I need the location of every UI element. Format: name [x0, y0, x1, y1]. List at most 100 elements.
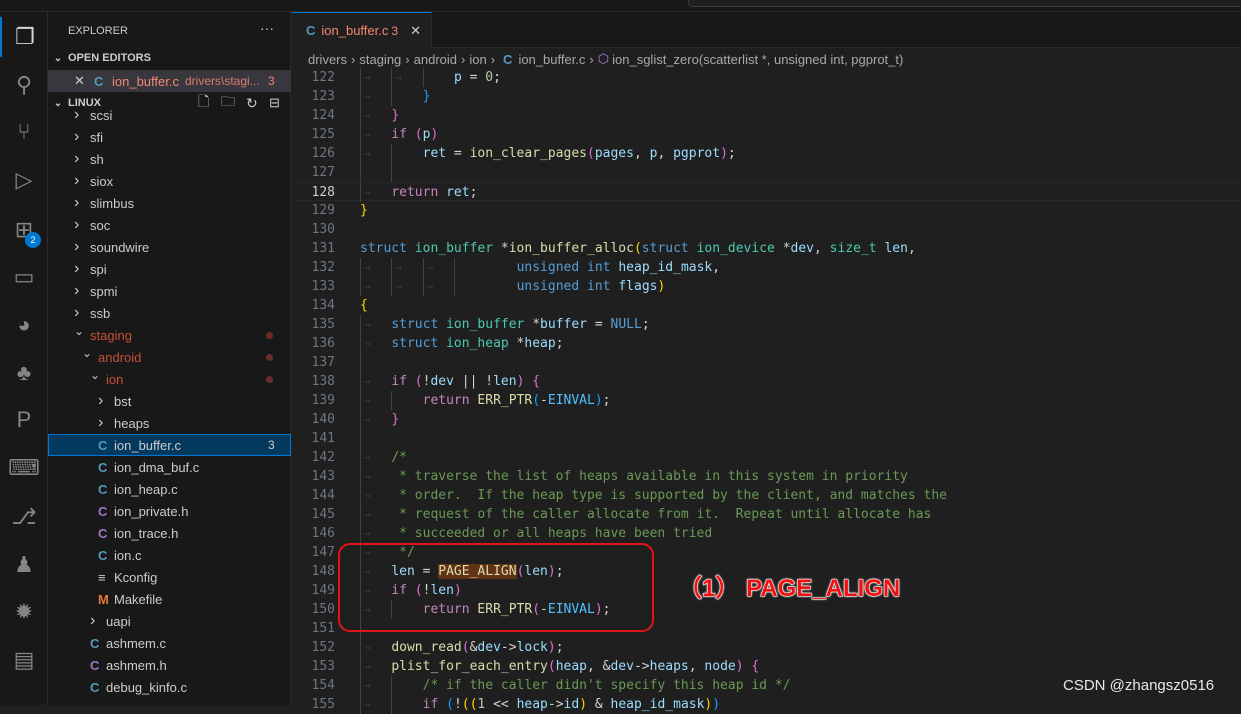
search-icon-glyph: ⚲: [15, 72, 33, 97]
line-number: 123: [311, 88, 335, 104]
tree-item-android[interactable]: ⌄ android: [48, 346, 291, 368]
tree-item-label: ssb: [90, 305, 111, 321]
tree-item-scsi[interactable]: › scsi: [48, 104, 291, 126]
tree-item-label: spmi: [90, 283, 118, 299]
indent-guide: [360, 447, 361, 467]
header-file-icon: C: [90, 657, 100, 673]
tree-item-ion[interactable]: ⌄ ion: [48, 368, 291, 390]
breadcrumb-staging[interactable]: staging: [359, 52, 401, 67]
code-token: }: [422, 88, 431, 104]
tree-item-ion-heap-c[interactable]: Cion_heap.c: [48, 478, 291, 500]
code-token: (: [633, 240, 642, 256]
indent-guide: [360, 314, 361, 334]
code-line: 137: [292, 352, 1241, 372]
command-center-search[interactable]: [688, 0, 1241, 7]
tree-item-soc[interactable]: › soc: [48, 214, 291, 236]
tree-item-staging[interactable]: ⌄ staging: [48, 324, 291, 346]
line-number: 148: [311, 563, 335, 579]
tab-whitespace-icon: →: [364, 185, 371, 199]
git-graph-icon[interactable]: ⎇: [0, 497, 48, 537]
tree-item-slimbus[interactable]: › slimbus: [48, 192, 291, 214]
tree-item-kconfig[interactable]: ≡ Kconfig: [48, 566, 291, 588]
tree-item-ashmem-c[interactable]: Cashmem.c: [48, 632, 291, 654]
c-file-icon: C: [98, 481, 108, 497]
explorer-icon[interactable]: ❐: [0, 17, 48, 57]
close-icon[interactable]: ✕: [74, 73, 85, 89]
remote-explorer-icon[interactable]: ▭: [0, 257, 48, 297]
code-line: 138 → if (!dev || !len) {: [292, 371, 1241, 391]
code-text: }: [423, 87, 431, 106]
tree-item-ashmem-h[interactable]: Cashmem.h: [48, 654, 291, 676]
code-token: (: [532, 392, 541, 408]
tree-item-ssb[interactable]: › ssb: [48, 302, 291, 324]
pacman-icon[interactable]: ◕: [0, 305, 48, 345]
more-actions-button[interactable]: ···: [260, 20, 274, 36]
tree-item-ion-trace-h[interactable]: Cion_trace.h: [48, 522, 291, 544]
rt-thread-icon[interactable]: ✹: [0, 592, 48, 632]
tree-item-label: ion_private.h: [114, 503, 189, 519]
tree-item-debug-kinfo-c[interactable]: Cdebug_kinfo.c: [48, 676, 291, 698]
p-extension-icon[interactable]: P: [0, 400, 48, 440]
breadcrumb-android[interactable]: android: [414, 52, 457, 67]
code-token: ion_heap: [446, 335, 509, 351]
folder-icon[interactable]: ▤: [0, 640, 48, 680]
tree-item-label: debug_kinfo.c: [106, 679, 187, 695]
code-token: p: [453, 69, 462, 85]
title-bar: [0, 0, 1241, 12]
code-token: size_t: [829, 240, 877, 256]
code-token: || !: [453, 373, 494, 389]
code-token: flags: [618, 278, 658, 294]
terminal-icon[interactable]: ⌨: [0, 448, 48, 488]
tree-item-siox[interactable]: › siox: [48, 170, 291, 192]
code-text: if (p): [391, 125, 438, 144]
tree-item-uapi[interactable]: › uapi: [48, 610, 291, 632]
code-token: =: [461, 69, 486, 85]
tree-item-sh[interactable]: › sh: [48, 148, 291, 170]
tree-item-soundwire[interactable]: › soundwire: [48, 236, 291, 258]
tree-item-heaps[interactable]: › heaps: [48, 412, 291, 434]
open-editors-label: OPEN EDITORS: [68, 52, 151, 64]
tree-item-ion-buffer-c[interactable]: Cion_buffer.c 3: [48, 434, 291, 456]
c-file-icon: C: [94, 73, 104, 89]
explorer-icon-glyph: ❐: [15, 24, 35, 49]
open-editors-header[interactable]: ⌄ OPEN EDITORS: [48, 47, 291, 69]
code-line: 141: [292, 428, 1241, 448]
tree-item-ion-c[interactable]: Cion.c: [48, 544, 291, 566]
tab-ion-buffer[interactable]: C ion_buffer.c 3 ✕: [292, 12, 432, 48]
tab-filename: ion_buffer.c: [321, 23, 389, 38]
code-token: {: [360, 297, 368, 313]
code-line: 122 → → → p = 0;: [292, 67, 1241, 87]
run-debug-icon[interactable]: ▷: [0, 160, 48, 200]
source-control-icon[interactable]: ⑂: [0, 112, 48, 152]
code-text: return ERR_PTR(-EINVAL);: [423, 391, 611, 410]
tree-item-ion-private-h[interactable]: Cion_private.h: [48, 500, 291, 522]
breadcrumb-ion[interactable]: ion: [469, 52, 486, 67]
code-token: * succeeded or all heaps have been tried: [391, 525, 713, 541]
breadcrumb-drivers[interactable]: drivers: [308, 52, 347, 67]
breadcrumb-symbol[interactable]: ion_sglist_zero(scatterlist *, unsigned …: [612, 52, 903, 67]
tree-item-spi[interactable]: › spi: [48, 258, 291, 280]
code-line: 124 →}: [292, 105, 1241, 125]
tree-item-ion-dma-buf-c[interactable]: Cion_dma_buf.c: [48, 456, 291, 478]
code-token: int: [587, 259, 611, 275]
tree-item-sfi[interactable]: › sfi: [48, 126, 291, 148]
python-icon[interactable]: ♣: [0, 353, 48, 393]
tree-item-spmi[interactable]: › spmi: [48, 280, 291, 302]
indent-guide: [360, 523, 361, 543]
code-token: * order. If the heap type is supported b…: [391, 487, 948, 503]
code-token: /*: [391, 449, 407, 465]
rt-thread-icon-glyph: ✹: [14, 599, 34, 624]
breadcrumb-file[interactable]: ion_buffer.c: [518, 52, 585, 67]
close-tab-icon[interactable]: ✕: [410, 23, 421, 39]
c-file-icon: C: [98, 547, 108, 563]
open-editor-item[interactable]: ✕ C ion_buffer.c drivers\stagi... 3: [48, 70, 291, 92]
tab-problem-count: 3: [391, 23, 399, 38]
tree-item-bst[interactable]: › bst: [48, 390, 291, 412]
search-icon[interactable]: ⚲: [0, 65, 48, 105]
extensions-icon[interactable]: ⊞ 2: [0, 210, 48, 250]
linux-icon[interactable]: ♟: [0, 545, 48, 585]
tab-whitespace-icon: →: [426, 260, 434, 274]
code-token: heap: [516, 696, 548, 712]
tree-item-makefile[interactable]: M Makefile: [48, 588, 291, 610]
